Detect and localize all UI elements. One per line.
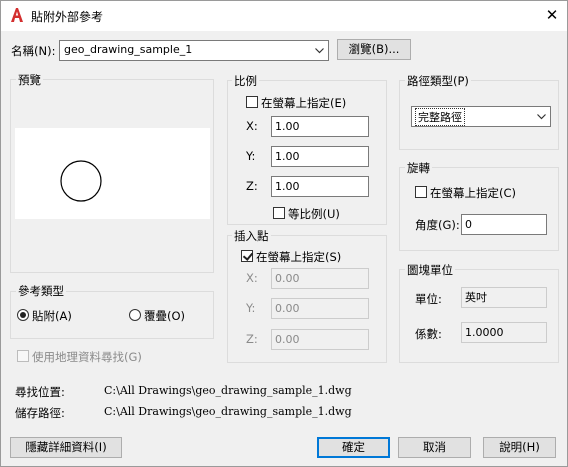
insertion-label: 插入點 bbox=[232, 228, 271, 244]
unit-label: 單位: bbox=[415, 292, 442, 306]
uniform-scale-label[interactable]: 等比例(U) bbox=[288, 206, 340, 222]
rotation-label: 旋轉 bbox=[405, 160, 432, 176]
reference-type-label: 參考類型 bbox=[16, 283, 66, 299]
preview-label: 預覽 bbox=[16, 72, 43, 88]
unit-value: 英吋 bbox=[461, 287, 547, 308]
preview-circle bbox=[60, 160, 102, 202]
insertion-specify-checkbox[interactable] bbox=[241, 250, 253, 262]
browse-button[interactable]: 瀏覽(B)... bbox=[337, 39, 411, 60]
scale-specify-checkbox[interactable] bbox=[246, 96, 258, 108]
scale-x-label: X: bbox=[246, 119, 258, 133]
help-button[interactable]: 說明(H) bbox=[483, 437, 556, 458]
geo-checkbox[interactable] bbox=[17, 350, 29, 362]
scale-x-input[interactable]: 1.00 bbox=[271, 116, 369, 137]
attach-xref-dialog: 貼附外部參考 ✕ 名稱(N): geo_drawing_sample_1 瀏覽(… bbox=[0, 0, 568, 467]
name-value: geo_drawing_sample_1 bbox=[64, 43, 193, 56]
attach-radio[interactable] bbox=[17, 309, 29, 321]
overlay-radio-label[interactable]: 覆疊(O) bbox=[144, 308, 185, 324]
geo-checkbox-label[interactable]: 使用地理資料尋找(G) bbox=[32, 349, 142, 365]
name-combobox[interactable]: geo_drawing_sample_1 bbox=[59, 40, 329, 61]
path-type-value: 完整路徑 bbox=[415, 108, 465, 126]
preview-canvas bbox=[15, 128, 210, 219]
insertion-x-label: X: bbox=[246, 271, 258, 285]
scale-z-input[interactable]: 1.00 bbox=[271, 176, 369, 197]
uniform-scale-checkbox[interactable] bbox=[273, 207, 285, 219]
saved-path-label: 儲存路徑: bbox=[15, 406, 65, 420]
insertion-x-input[interactable]: 0.00 bbox=[271, 268, 369, 289]
rotation-specify-checkbox[interactable] bbox=[415, 186, 427, 198]
insertion-z-label: Z: bbox=[246, 332, 258, 346]
factor-value: 1.0000 bbox=[461, 322, 547, 343]
scale-specify-label[interactable]: 在螢幕上指定(E) bbox=[261, 95, 346, 111]
angle-label: 角度(G): bbox=[415, 218, 460, 232]
name-label: 名稱(N): bbox=[11, 44, 56, 58]
found-in-value: C:\All Drawings\geo_drawing_sample_1.dwg bbox=[104, 384, 352, 397]
hide-details-button[interactable]: 隱藏詳細資料(I) bbox=[10, 437, 122, 458]
title-bar: 貼附外部參考 ✕ bbox=[1, 1, 567, 31]
autocad-a-icon bbox=[9, 7, 25, 23]
cancel-button[interactable]: 取消 bbox=[398, 437, 471, 458]
scale-label: 比例 bbox=[232, 73, 259, 89]
found-in-label: 尋找位置: bbox=[15, 385, 65, 399]
overlay-radio[interactable] bbox=[129, 309, 141, 321]
factor-label: 係數: bbox=[415, 327, 442, 341]
insertion-specify-label[interactable]: 在螢幕上指定(S) bbox=[256, 249, 341, 265]
path-type-select[interactable]: 完整路徑 bbox=[411, 106, 551, 127]
attach-radio-label[interactable]: 貼附(A) bbox=[32, 308, 72, 324]
chevron-down-icon[interactable] bbox=[532, 107, 550, 126]
block-unit-label: 圖塊單位 bbox=[405, 262, 455, 278]
angle-input[interactable]: 0 bbox=[461, 214, 547, 235]
path-type-label: 路徑類型(P) bbox=[405, 73, 471, 89]
block-unit-group bbox=[399, 269, 559, 363]
window-title: 貼附外部參考 bbox=[31, 10, 104, 24]
rotation-group bbox=[399, 167, 559, 251]
scale-y-label: Y: bbox=[246, 149, 256, 163]
rotation-specify-label[interactable]: 在螢幕上指定(C) bbox=[430, 185, 516, 201]
scale-y-input[interactable]: 1.00 bbox=[271, 146, 369, 167]
ok-button[interactable]: 確定 bbox=[317, 437, 390, 458]
close-icon[interactable]: ✕ bbox=[541, 4, 563, 26]
saved-path-value: C:\All Drawings\geo_drawing_sample_1.dwg bbox=[104, 405, 352, 418]
insertion-y-input[interactable]: 0.00 bbox=[271, 298, 369, 319]
insertion-y-label: Y: bbox=[246, 301, 256, 315]
scale-z-label: Z: bbox=[246, 179, 258, 193]
insertion-z-input[interactable]: 0.00 bbox=[271, 329, 369, 350]
chevron-down-icon[interactable] bbox=[310, 41, 328, 60]
